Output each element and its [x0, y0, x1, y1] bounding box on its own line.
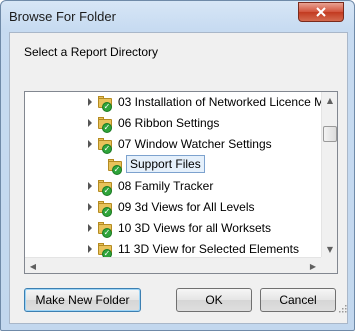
folder-check-icon: ✓ [98, 221, 114, 238]
vertical-scrollbar[interactable]: ▲ ▼ [321, 92, 337, 257]
tree-item[interactable]: ✓ 10 3D Views for all Worksets [25, 218, 321, 239]
scroll-up-icon[interactable]: ▲ [322, 92, 338, 108]
folder-check-icon: ✓ [98, 242, 114, 257]
cancel-button[interactable]: Cancel [260, 288, 336, 312]
folder-check-icon: ✓ [108, 158, 124, 175]
folder-tree[interactable]: ✓ 03 Installation of Networked Licence M… [24, 91, 338, 274]
tree-item[interactable]: ✓ 06 Ribbon Settings [25, 113, 321, 134]
folder-check-icon: ✓ [98, 95, 114, 112]
browse-folder-dialog: Browse For Folder Select a Report Direct… [0, 0, 355, 331]
tree-item-selected[interactable]: ✓ Support Files [25, 155, 321, 176]
chevron-right-icon[interactable] [88, 182, 92, 190]
folder-check-icon: ✓ [98, 179, 114, 196]
chevron-right-icon[interactable] [88, 119, 92, 127]
dialog-prompt: Select a Report Directory [24, 45, 159, 59]
folder-check-icon: ✓ [98, 137, 114, 154]
tree-item-label: 11 3D View for Selected Elements [118, 242, 299, 256]
folder-check-icon: ✓ [98, 200, 114, 217]
dialog-client-area: Select a Report Directory ✓ 03 Installat… [9, 32, 348, 324]
tree-item[interactable]: ✓ 07 Window Watcher Settings [25, 134, 321, 155]
scroll-left-icon[interactable]: ◀ [25, 258, 41, 274]
tree-item[interactable]: ✓ 03 Installation of Networked Licence M [25, 92, 321, 113]
scroll-down-icon[interactable]: ▼ [322, 241, 338, 257]
tree-item-label: 03 Installation of Networked Licence M [118, 95, 321, 109]
resize-grip-icon[interactable] [339, 305, 347, 313]
scroll-right-icon[interactable]: ▶ [305, 258, 321, 274]
window-title: Browse For Folder [9, 9, 116, 24]
tree-item[interactable]: ✓ 09 3d Views for All Levels [25, 197, 321, 218]
folder-tree-viewport: ✓ 03 Installation of Networked Licence M… [25, 92, 321, 257]
horizontal-scrollbar[interactable]: ◀ ▶ [25, 257, 321, 273]
vertical-scroll-thumb[interactable] [323, 126, 337, 142]
chevron-right-icon[interactable] [88, 245, 92, 253]
scrollbar-corner [321, 257, 337, 273]
tree-item-label: 06 Ribbon Settings [118, 116, 220, 130]
tree-item-label: 07 Window Watcher Settings [118, 137, 272, 151]
close-icon [316, 7, 326, 17]
ok-button[interactable]: OK [176, 288, 252, 312]
make-new-folder-button[interactable]: Make New Folder [24, 288, 141, 312]
tree-item-label: 08 Family Tracker [118, 179, 214, 193]
chevron-right-icon[interactable] [88, 203, 92, 211]
tree-item[interactable]: ✓ 08 Family Tracker [25, 176, 321, 197]
chevron-right-icon[interactable] [88, 224, 92, 232]
tree-item[interactable]: ✓ 11 3D View for Selected Elements [25, 239, 321, 257]
tree-item-label: 10 3D Views for all Worksets [118, 221, 271, 235]
tree-item-label: 09 3d Views for All Levels [118, 200, 255, 214]
close-button[interactable] [298, 2, 344, 22]
chevron-right-icon[interactable] [88, 140, 92, 148]
tree-item-label: Support Files [126, 155, 205, 173]
chevron-right-icon[interactable] [88, 98, 92, 106]
folder-check-icon: ✓ [98, 116, 114, 133]
